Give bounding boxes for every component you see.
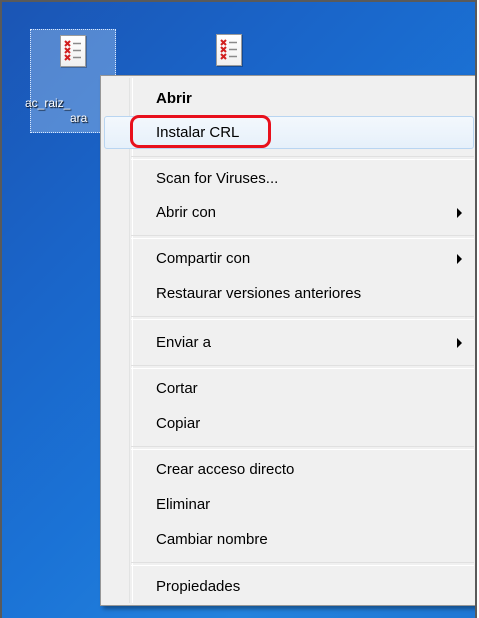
menu-separator: [131, 235, 474, 239]
menu-item-label: Enviar a: [156, 334, 212, 351]
certificate-revocation-list-icon: [60, 35, 86, 67]
menu-item-label: Instalar CRL: [156, 124, 240, 141]
submenu-arrow-icon: [457, 254, 462, 264]
certificate-revocation-list-icon: [216, 34, 242, 66]
menu-item-instalar-crl[interactable]: Instalar CRL: [104, 116, 474, 149]
menu-item-abrir[interactable]: Abrir: [104, 82, 474, 115]
menu-item-label: Propiedades: [156, 578, 241, 595]
menu-item-restaurar-versiones[interactable]: Restaurar versiones anteriores: [104, 277, 474, 310]
menu-item-label: Scan for Viruses...: [156, 170, 279, 187]
menu-item-label: Abrir: [156, 90, 192, 107]
menu-item-enviar-a[interactable]: Enviar a: [104, 326, 474, 359]
menu-item-label: Crear acceso directo: [156, 461, 295, 478]
menu-item-crear-acceso-directo[interactable]: Crear acceso directo: [104, 453, 474, 486]
menu-item-cambiar-nombre[interactable]: Cambiar nombre: [104, 523, 474, 556]
menu-item-abrir-con[interactable]: Abrir con: [104, 196, 474, 229]
menu-item-label: Eliminar: [156, 496, 211, 513]
menu-item-cortar[interactable]: Cortar: [104, 372, 474, 405]
menu-item-propiedades[interactable]: Propiedades: [104, 570, 474, 603]
menu-separator: [131, 316, 474, 320]
menu-separator: [131, 562, 474, 566]
menu-item-label: Cortar: [156, 380, 198, 397]
menu-item-compartir-con[interactable]: Compartir con: [104, 242, 474, 275]
menu-item-label: Copiar: [156, 415, 201, 432]
menu-item-copiar[interactable]: Copiar: [104, 407, 474, 440]
menu-separator: [131, 446, 474, 450]
submenu-arrow-icon: [457, 208, 462, 218]
menu-separator: [131, 156, 474, 160]
context-menu: Abrir Instalar CRL Scan for Viruses... A…: [100, 75, 475, 606]
submenu-arrow-icon: [457, 338, 462, 348]
menu-item-label: Abrir con: [156, 204, 217, 221]
menu-item-scan-for-viruses[interactable]: Scan for Viruses...: [104, 162, 474, 195]
menu-item-eliminar[interactable]: Eliminar: [104, 488, 474, 521]
desktop[interactable]: ac_raiz_ ara Abrir Instalar CRL Scan for…: [0, 0, 477, 618]
menu-separator: [131, 365, 474, 369]
menu-item-label: Cambiar nombre: [156, 531, 268, 548]
menu-item-label: Restaurar versiones anteriores: [156, 285, 362, 302]
menu-item-label: Compartir con: [156, 250, 251, 267]
caption-line-1: ac_raiz_: [25, 96, 71, 110]
